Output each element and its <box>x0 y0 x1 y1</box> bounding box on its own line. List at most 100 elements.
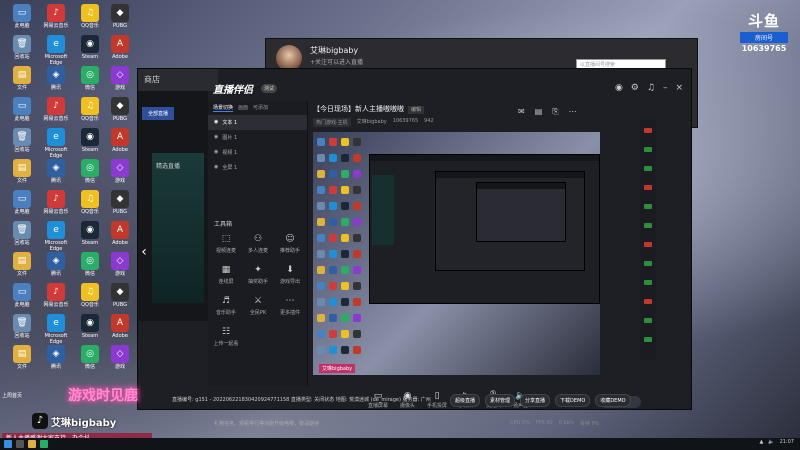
live-companion-window[interactable]: 商店 全部直播 精选直播 ‹ 直播伴侣 测试 ◉ ⚙ ♫ – × 场景切换 画面… <box>137 68 692 427</box>
scene-item[interactable]: ◉ 视频 1 <box>208 145 307 160</box>
tab-scene-switch[interactable]: 场景切换 <box>213 104 234 112</box>
desktop-icon[interactable]: e Microsoft Edge <box>38 35 74 66</box>
tool-button[interactable]: ⚇ 多人连麦 <box>242 233 274 254</box>
desktop-icon[interactable]: ◇ 游戏 <box>102 66 138 91</box>
desktop-icon[interactable]: ◈ 腾讯 <box>38 345 74 370</box>
tool-button[interactable]: ⚔ 全民PK <box>242 295 274 316</box>
scene-item[interactable]: ◉ 图片 1 <box>208 130 307 145</box>
app-icon: ▤ <box>13 345 31 363</box>
tool-button[interactable]: ♬ 音乐助手 <box>210 295 242 316</box>
desktop-icon[interactable]: ◆ PUBG <box>102 97 138 122</box>
tool-button[interactable]: ⬇ 游戏导出 <box>274 264 306 285</box>
record-icon[interactable]: ◉ <box>615 83 623 93</box>
desktop-icon[interactable]: 🗑 回收站 <box>4 35 40 60</box>
desktop-icon[interactable]: ◇ 游戏 <box>102 345 138 370</box>
desktop-icon[interactable]: 🗑 回收站 <box>4 314 40 339</box>
scene-label: 文本 1 <box>222 120 238 126</box>
mall-tile[interactable]: 精选直播 <box>152 153 204 303</box>
windows-start-icon[interactable] <box>4 440 12 448</box>
eye-icon[interactable]: ◉ <box>214 149 218 156</box>
desktop-icon[interactable]: ◈ 腾讯 <box>38 159 74 184</box>
desktop-icon[interactable]: e Microsoft Edge <box>38 128 74 159</box>
mini-desktop-icon <box>341 138 349 146</box>
clock[interactable]: 21:07 <box>780 439 794 445</box>
desktop-icon[interactable]: ◈ 腾讯 <box>38 66 74 91</box>
mall-title[interactable]: 商店 <box>138 69 218 91</box>
desktop-icon[interactable]: ▤ 文件 <box>4 159 40 184</box>
room-action-button[interactable]: 超级直播 <box>450 394 481 407</box>
tool-button[interactable]: ⬚ 视频连麦 <box>210 233 242 254</box>
room-action-button[interactable]: 收藏DEMO <box>595 394 631 407</box>
tool-button[interactable]: ☺ 推荐助手 <box>274 233 306 254</box>
desktop-icon[interactable]: ◆ PUBG <box>102 190 138 215</box>
desktop-icon[interactable]: ▤ 文件 <box>4 345 40 370</box>
desktop-icon[interactable]: ▤ 文件 <box>4 252 40 277</box>
streamer-name[interactable]: 艾琳bigbaby <box>310 45 358 56</box>
room-action-button[interactable]: 素材管理 <box>485 394 516 407</box>
category-chip[interactable]: 热门游戏·主机 <box>313 118 351 127</box>
desktop-icon[interactable]: ▭ 此电脑 <box>4 190 40 215</box>
eye-icon[interactable]: ◉ <box>214 164 218 171</box>
desktop-icon[interactable]: ▭ 此电脑 <box>4 97 40 122</box>
desktop-icon[interactable]: ▭ 此电脑 <box>4 283 40 308</box>
desktop-icon[interactable]: ◆ PUBG <box>102 283 138 308</box>
taskbar-app-icon[interactable] <box>40 440 48 448</box>
mini-desktop-icon <box>353 234 361 242</box>
network-icon[interactable]: ▲ <box>759 439 763 445</box>
app-icon: ◇ <box>111 66 129 84</box>
desktop-icon-label: Microsoft Edge <box>44 240 68 252</box>
desktop-icon[interactable]: 🗑 回收站 <box>4 221 40 246</box>
tool-button[interactable]: ☷ 上传一起看 <box>210 326 242 347</box>
desktop-icon[interactable]: e Microsoft Edge <box>38 221 74 252</box>
room-actions: 超级直播 素材管理 分享直播 下载DEMO 收藏DEMO <box>450 394 631 407</box>
desktop-icon[interactable]: A Adobe <box>102 128 138 153</box>
desktop-icon[interactable]: A Adobe <box>102 221 138 246</box>
scene-item[interactable]: ◉ 文本 1 <box>208 115 307 130</box>
chart-icon[interactable]: ▤ <box>535 107 543 117</box>
desktop-icon[interactable]: ◈ 腾讯 <box>38 252 74 277</box>
mini-desktop-icon <box>329 298 337 306</box>
desktop-icon[interactable]: ♪ 网易云音乐 <box>38 4 74 29</box>
desktop-icon[interactable]: ◆ PUBG <box>102 4 138 29</box>
room-action-button[interactable]: 下载DEMO <box>555 394 591 407</box>
desktop-icon[interactable]: ♪ 网易云音乐 <box>38 283 74 308</box>
desktop-icon[interactable]: A Adobe <box>102 314 138 339</box>
desktop-label: 上周首页 <box>2 393 23 399</box>
desktop-icon[interactable]: ▭ 此电脑 <box>4 4 40 29</box>
desktop-icon[interactable]: ▤ 文件 <box>4 66 40 91</box>
status-dot <box>644 185 652 190</box>
search-icon[interactable] <box>16 440 24 448</box>
eye-icon[interactable]: ◉ <box>214 134 218 141</box>
bell-icon[interactable]: ♫ <box>647 83 655 93</box>
tool-button[interactable]: ⋯ 更多插件 <box>274 295 306 316</box>
desktop-icon[interactable]: e Microsoft Edge <box>38 314 74 345</box>
taskbar-app-icon[interactable] <box>28 440 36 448</box>
share-icon[interactable]: ⎘ <box>552 107 558 117</box>
live-preview[interactable]: 艾琳bigbaby <box>313 132 600 375</box>
desktop-icon-label: Steam <box>81 54 99 60</box>
desktop-icon[interactable]: ◇ 游戏 <box>102 159 138 184</box>
volume-icon[interactable]: 🔈 <box>768 439 774 445</box>
tab-canvas[interactable]: 画面 <box>238 104 248 112</box>
tab-all-live[interactable]: 全部直播 <box>142 107 175 120</box>
tool-label: 音乐助手 <box>215 310 236 316</box>
desktop-icon[interactable]: A Adobe <box>102 35 138 60</box>
room-action-button[interactable]: 分享直播 <box>520 394 551 407</box>
minimize-icon[interactable]: – <box>663 83 668 93</box>
settings-icon[interactable]: ⚙ <box>631 83 639 93</box>
chevron-left-icon[interactable]: ‹ <box>138 241 150 263</box>
tool-button[interactable]: ✦ 抽奖助手 <box>242 264 274 285</box>
tool-button[interactable]: ▦ 连线屏 <box>210 264 242 285</box>
desktop-icon[interactable]: 🗑 回收站 <box>4 128 40 153</box>
live-title[interactable]: 【今日现场】新人主播嗷嗷嗷 <box>313 105 404 113</box>
desktop-icon[interactable]: ♪ 网易云音乐 <box>38 190 74 215</box>
tab-addable[interactable]: 可添加 <box>253 104 268 112</box>
edit-title-button[interactable]: 编辑 <box>408 106 425 114</box>
desktop-icon[interactable]: ♪ 网易云音乐 <box>38 97 74 122</box>
gift-icon[interactable]: ✉ <box>518 107 525 117</box>
more-icon[interactable]: ⋯ <box>569 107 577 117</box>
eye-icon[interactable]: ◉ <box>214 119 218 126</box>
close-icon[interactable]: × <box>675 83 683 93</box>
desktop-icon[interactable]: ◇ 游戏 <box>102 252 138 277</box>
scene-item[interactable]: ◉ 全屏 1 <box>208 160 307 175</box>
